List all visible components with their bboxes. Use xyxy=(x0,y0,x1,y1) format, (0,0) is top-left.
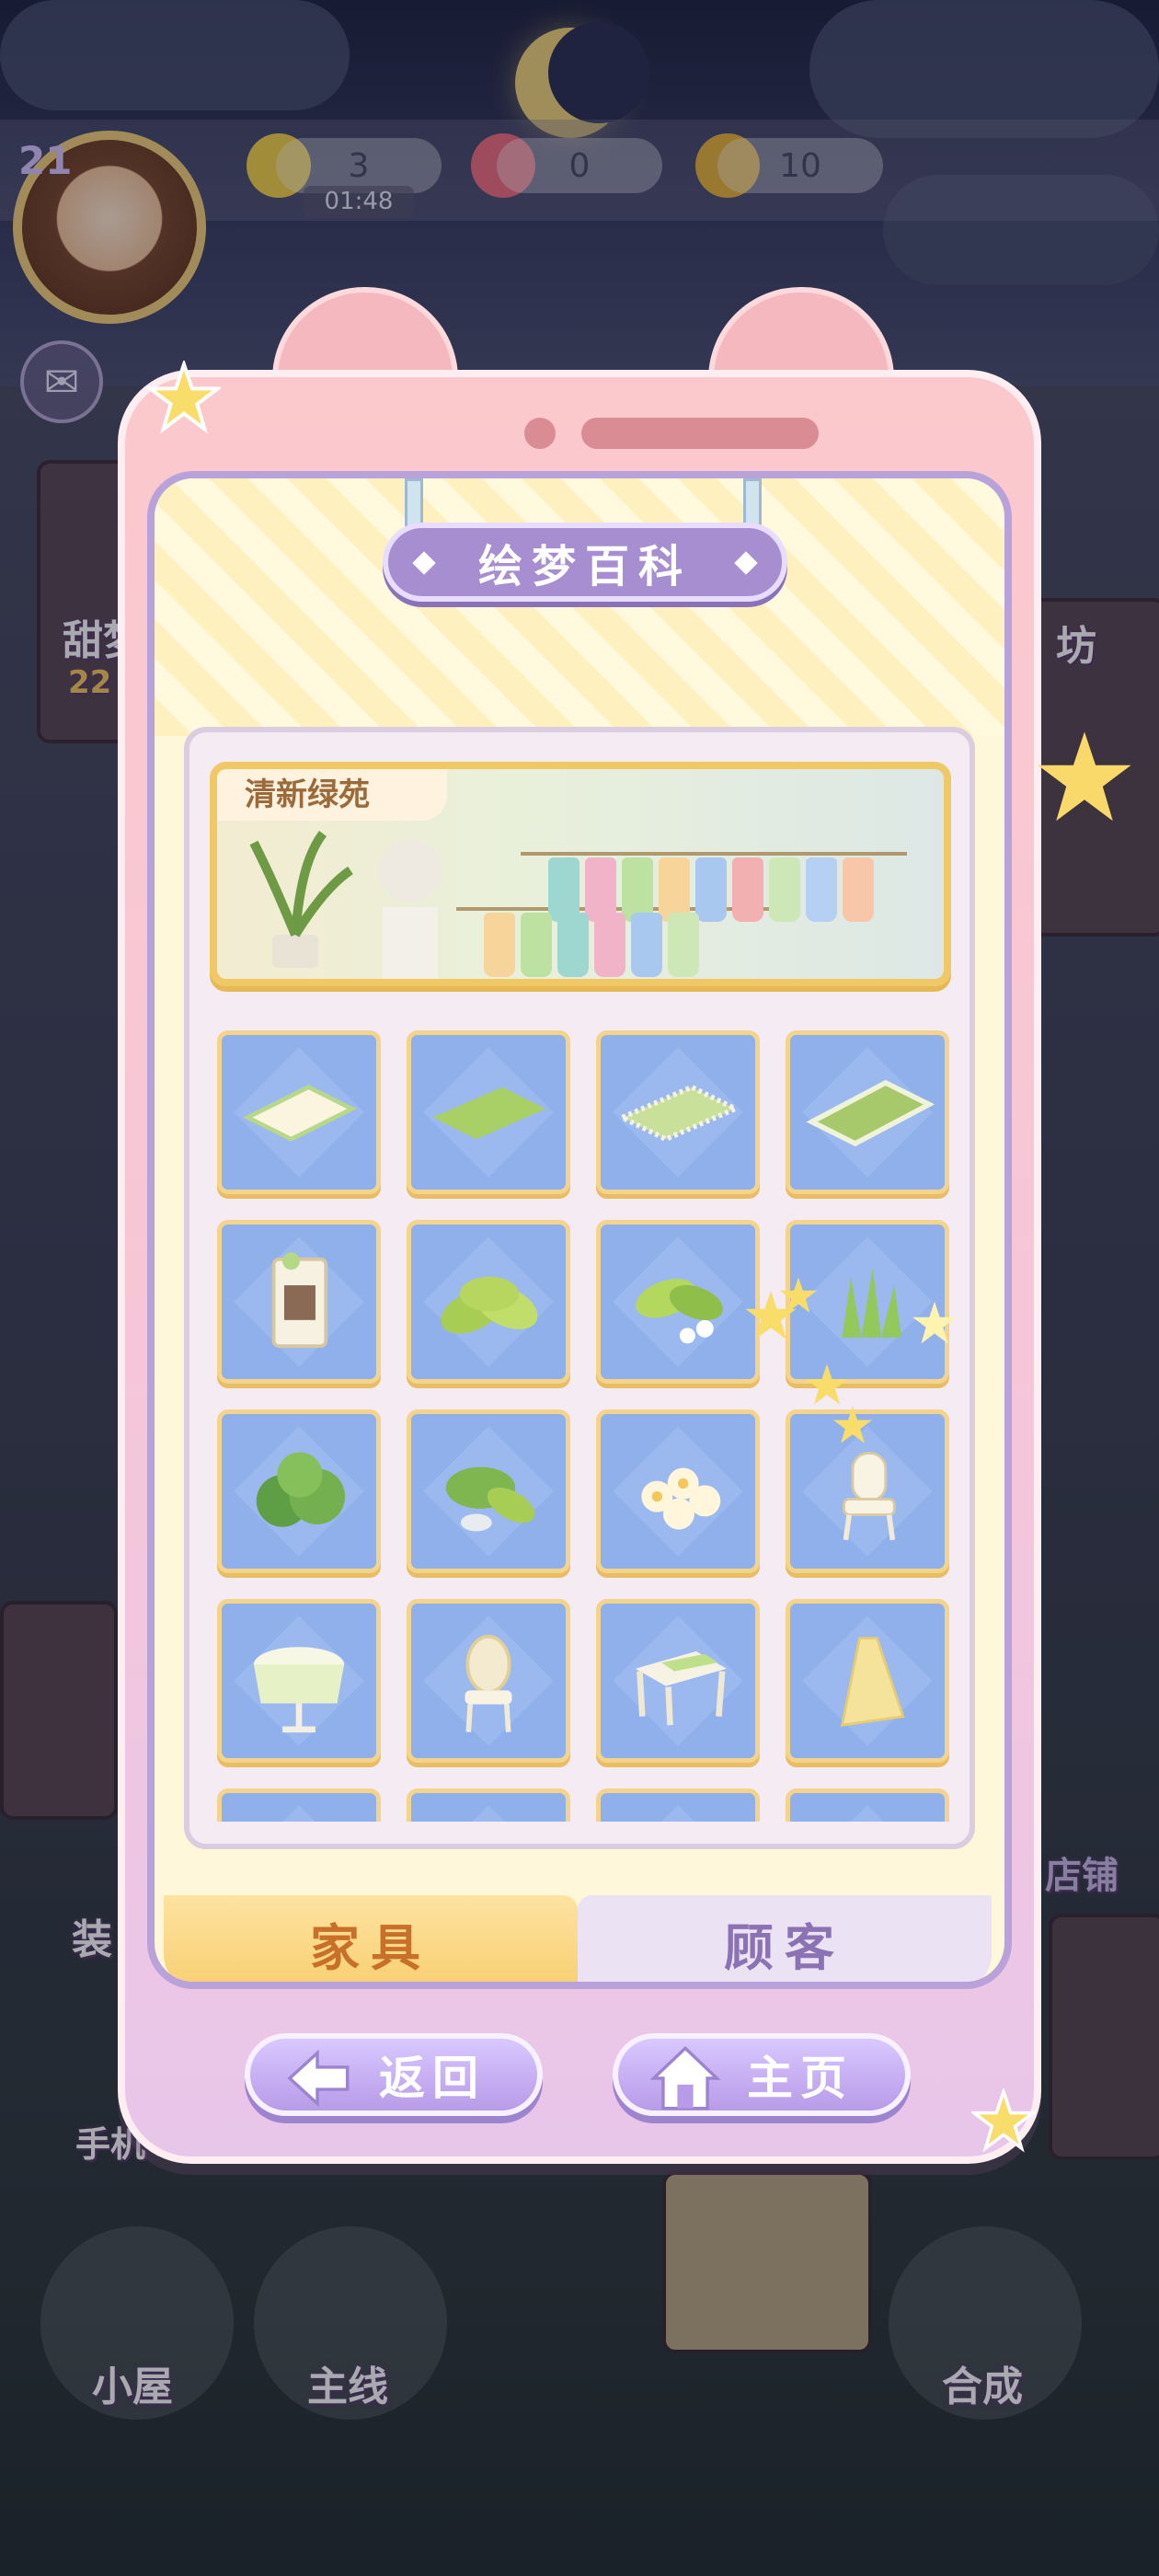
sparkle-star-icon xyxy=(779,1277,818,1313)
phone-speaker xyxy=(581,418,819,449)
back-arrow-icon xyxy=(287,2049,350,2108)
clothing xyxy=(668,913,699,977)
item-round-table[interactable] xyxy=(217,1599,381,1763)
phone-camera xyxy=(524,418,556,449)
rug-icon xyxy=(243,1084,357,1142)
rug-icon xyxy=(615,1084,741,1143)
plant-icon xyxy=(636,1279,723,1344)
item-white-rug[interactable] xyxy=(217,1030,381,1194)
clothing xyxy=(631,913,662,977)
clothing xyxy=(806,857,837,922)
item-partial[interactable] xyxy=(596,1788,760,1822)
encyclopedia-screen: 绘梦百科 清新绿苑 家具 顾客 xyxy=(147,471,1012,1989)
item-partial[interactable] xyxy=(217,1788,381,1822)
flower-icon xyxy=(641,1467,721,1530)
clothing xyxy=(769,857,800,922)
home-icon xyxy=(649,2045,721,2110)
rug-icon xyxy=(432,1087,546,1140)
clothing xyxy=(557,913,589,977)
checker-pattern xyxy=(155,478,1004,736)
clothing xyxy=(521,913,552,977)
sparkle-star-icon xyxy=(912,1301,957,1344)
tab-furniture[interactable]: 家具 xyxy=(164,1895,578,1982)
diamond-icon xyxy=(412,551,436,575)
plant-icon xyxy=(249,831,353,968)
plant-icon xyxy=(441,1276,538,1334)
diamond-icon xyxy=(734,551,758,575)
rug-icon xyxy=(806,1079,935,1147)
item-ornate-chair[interactable] xyxy=(407,1599,570,1763)
clothes-rack xyxy=(521,852,907,856)
item-partial[interactable] xyxy=(786,1788,949,1822)
item-plant-with-flowers[interactable] xyxy=(596,1220,760,1384)
tab-customers[interactable]: 顾客 xyxy=(578,1895,992,1982)
clothing xyxy=(594,913,625,977)
clothing xyxy=(484,913,515,977)
back-button-label: 返回 xyxy=(379,2052,486,2105)
theme-name: 清新绿苑 xyxy=(217,769,447,821)
clothing xyxy=(695,857,727,922)
star-icon xyxy=(971,2088,1036,2153)
statue-icon xyxy=(379,839,442,979)
clothing xyxy=(732,857,763,922)
clothing xyxy=(843,857,874,922)
item-side-table[interactable] xyxy=(596,1599,760,1763)
title-plate: 绘梦百科 xyxy=(383,523,787,602)
lamp-icon xyxy=(840,1637,905,1727)
back-button[interactable]: 返回 xyxy=(245,2033,543,2116)
table-icon xyxy=(635,1650,727,1726)
item-fern-with-rock[interactable] xyxy=(407,1409,570,1573)
star-icon xyxy=(1038,731,1131,822)
item-white-flower-bush[interactable] xyxy=(596,1409,760,1573)
item-paper-lamp[interactable] xyxy=(786,1599,949,1763)
item-fringed-green-rug[interactable] xyxy=(596,1030,760,1194)
page-title: 绘梦百科 xyxy=(477,541,692,592)
item-floral-screen[interactable] xyxy=(217,1220,381,1384)
home-button[interactable]: 主页 xyxy=(613,2033,911,2116)
screen-icon xyxy=(271,1252,328,1349)
item-leafy-plant[interactable] xyxy=(407,1220,570,1384)
table-icon xyxy=(253,1647,345,1733)
chair-icon xyxy=(465,1634,512,1732)
plant-icon xyxy=(445,1466,535,1532)
category-tabs: 家具 顾客 xyxy=(164,1895,997,1982)
item-monstera-bush[interactable] xyxy=(217,1409,381,1573)
item-green-rug[interactable] xyxy=(407,1030,570,1194)
sparkle-star-icon xyxy=(806,1363,848,1405)
item-striped-green-rug[interactable] xyxy=(786,1030,949,1194)
item-partial[interactable] xyxy=(407,1788,570,1822)
star-icon xyxy=(147,361,221,434)
home-button-label: 主页 xyxy=(747,2052,854,2105)
sparkle-star-icon xyxy=(832,1406,873,1443)
theme-banner[interactable]: 清新绿苑 xyxy=(210,762,951,986)
plant-icon xyxy=(256,1452,346,1527)
